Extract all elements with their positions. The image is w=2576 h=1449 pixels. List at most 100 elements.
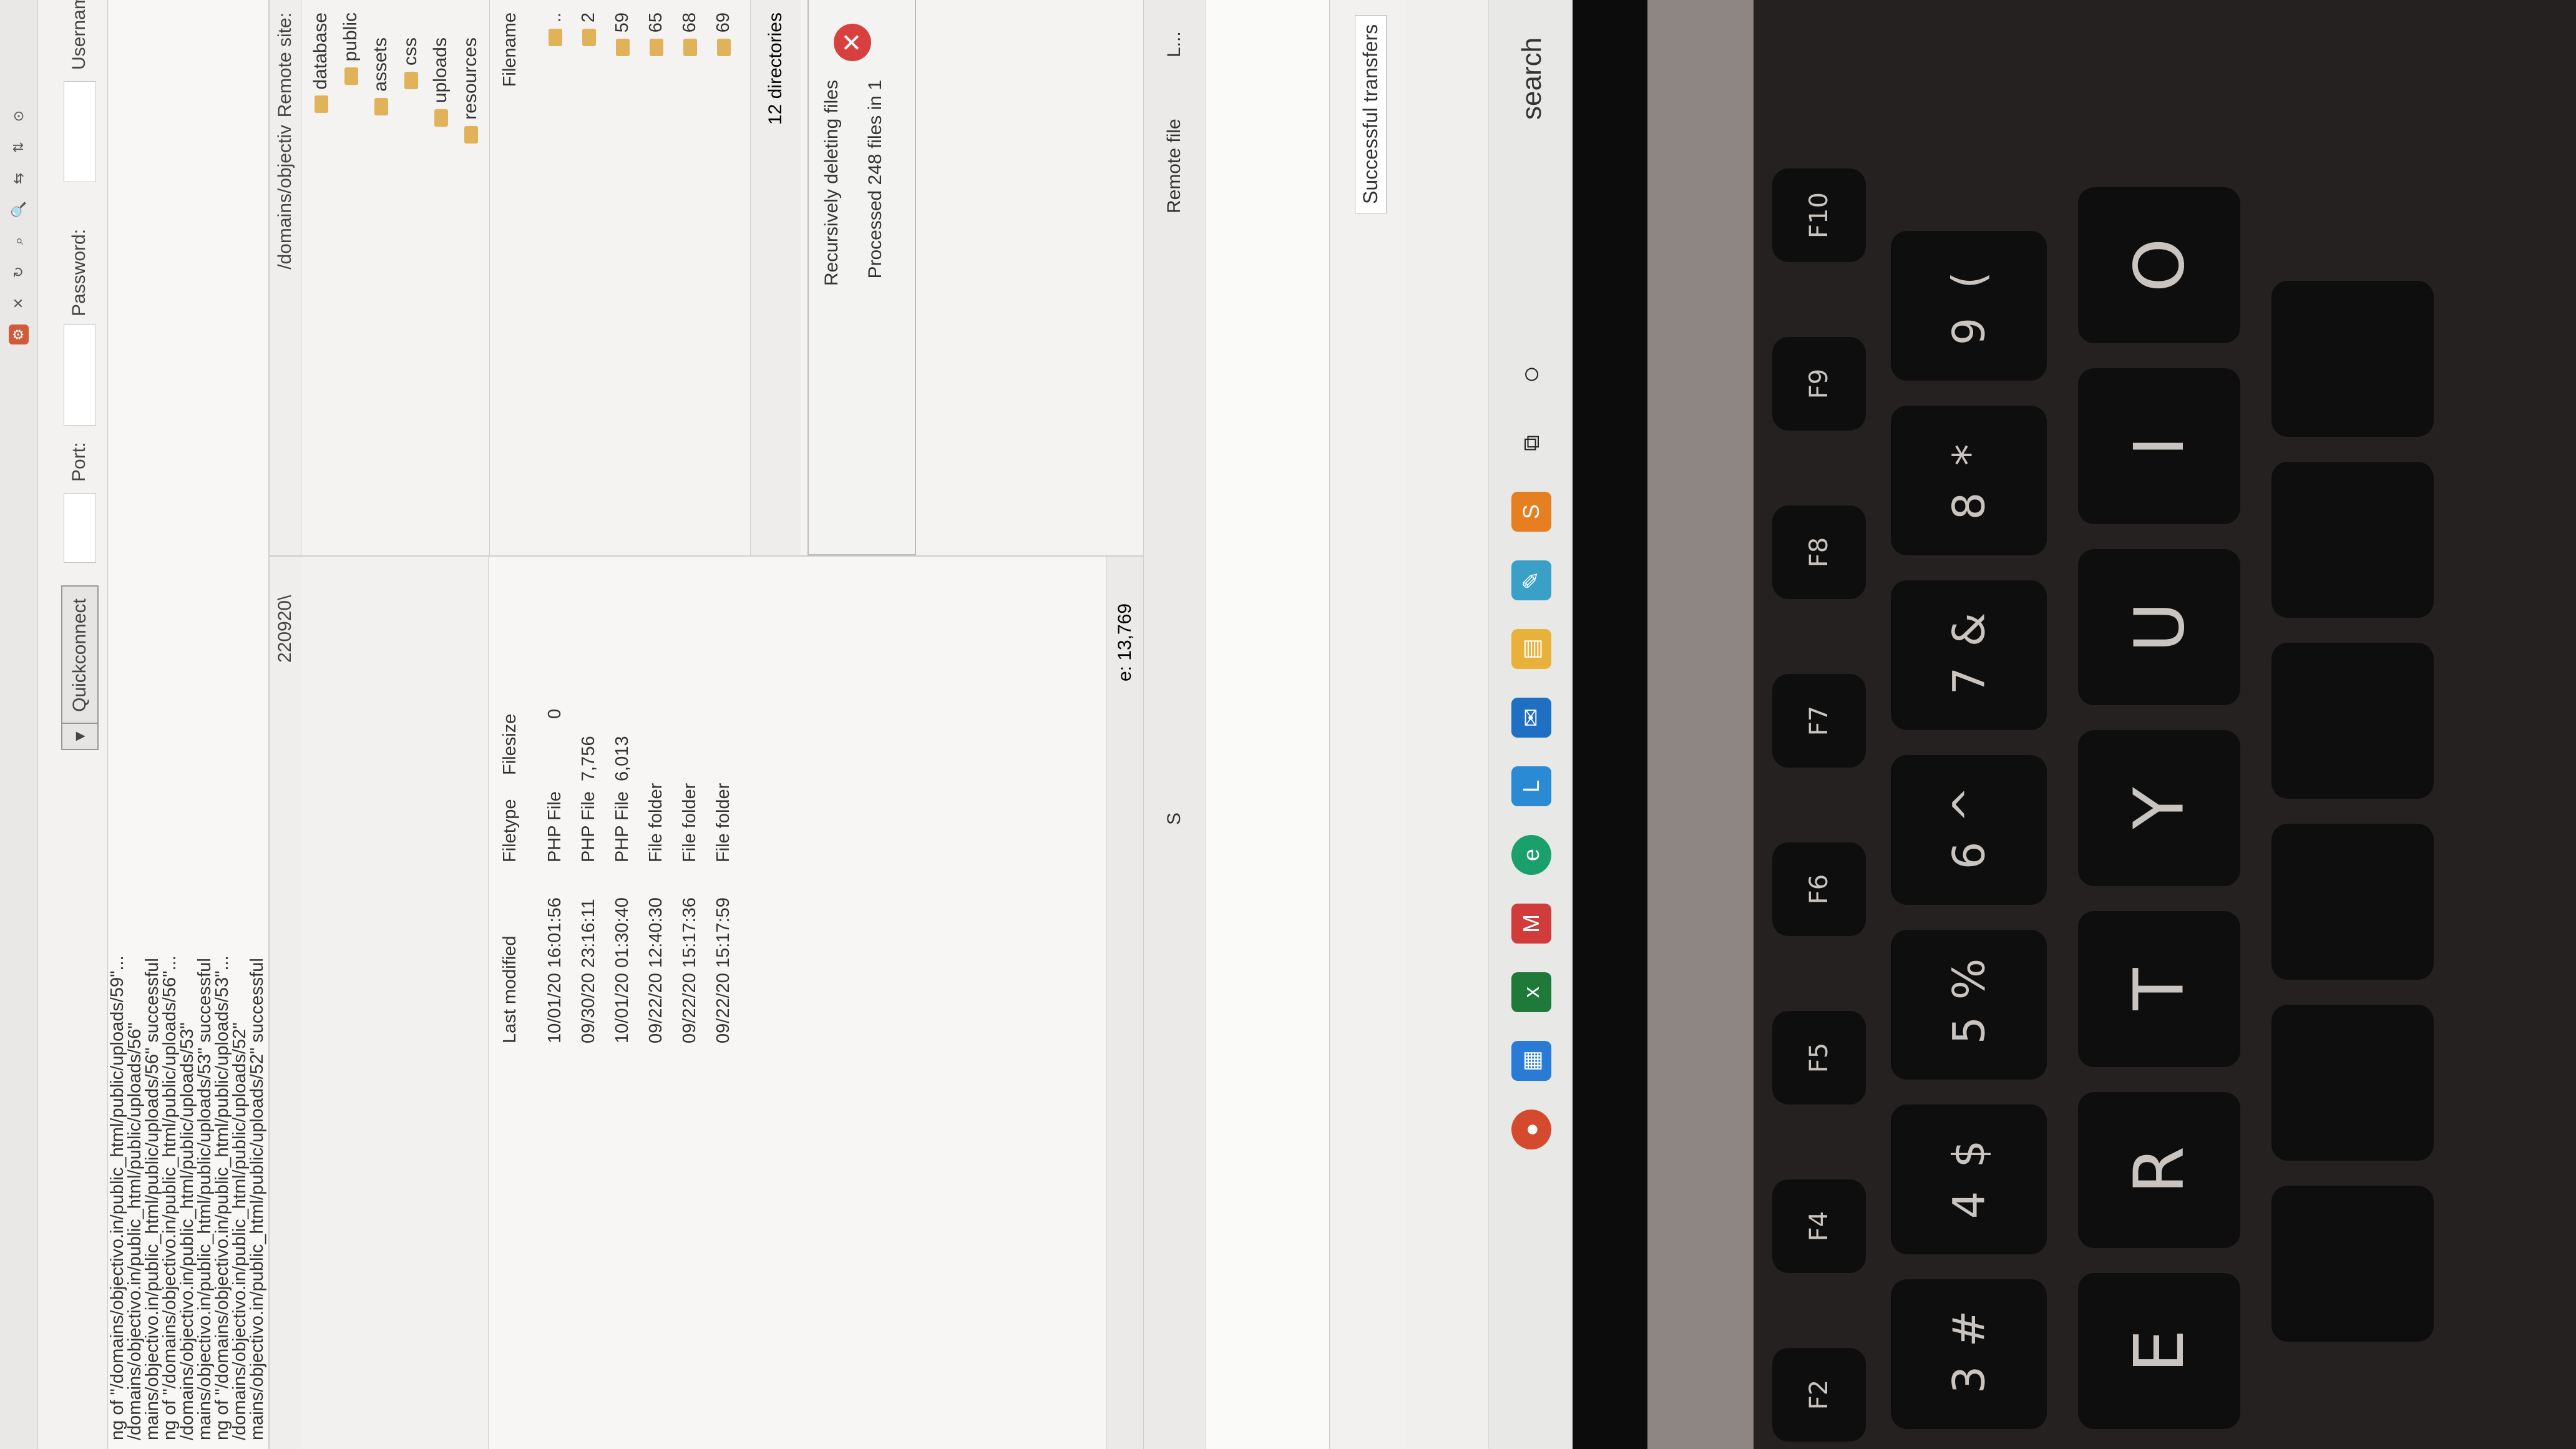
tab-successful-transfers[interactable]: Successful transfers [1355,14,1387,213]
column-filetype[interactable]: Filetype [494,799,525,862]
folder-icon [616,39,630,57]
file-modified: 09/22/20 15:17:59 [713,897,733,1043]
file-size: 7,756 [578,736,598,781]
key-5: % 5 [1891,930,2047,1080]
file-panes: 220920\ Filesize Filetype Last modified … [270,0,1173,1449]
port-field[interactable] [64,493,96,563]
file-size: 0 [545,708,565,719]
file-modified: 09/30/20 23:16:11 [578,899,598,1043]
remote-file-row[interactable]: 69 [706,12,740,57]
quickconnect-button[interactable]: Quickconnect [61,585,99,725]
file-modified: 10/01/20 01:30:40 [612,897,632,1043]
app-l-icon[interactable]: L [1511,766,1551,806]
key-f2: F2 [1772,1348,1866,1442]
message-log[interactable]: ng of "/domains/objectivo.in/public_html… [109,0,270,1449]
username-field[interactable] [64,81,96,182]
monitor-screen: ⚙ ✕ ↻ ⌕ 🔍 ⇆ ⇅ ⊙ Username: Password: Port… [0,0,1573,1449]
tree-item[interactable]: public [337,12,364,85]
local-tree[interactable] [301,557,489,1449]
compare-icon[interactable]: ⇆ [9,168,29,188]
dialog-title: Recursively deleting files [821,80,842,286]
folder-icon [315,95,329,114]
key-lower-6 [2271,281,2434,437]
taskbar-search[interactable]: search [1516,37,1548,120]
reconnect-icon[interactable]: ↻ [9,262,29,282]
key-f8: F8 [1772,505,1866,599]
key-lower-5 [2271,462,2434,618]
disconnect-icon[interactable]: ✕ [9,293,29,313]
column-filesize[interactable]: Filesize [494,714,525,775]
file-modified: 09/22/20 12:40:30 [646,897,666,1043]
column-filename[interactable]: Filename [494,12,525,87]
site-manager-icon[interactable]: ⚙ [9,324,29,344]
remote-file-row[interactable]: 59 [605,12,639,57]
queue-tabs: Successful transfers [1329,0,1405,1449]
folder-icon [650,39,664,57]
local-path: 220920\ [275,595,295,663]
remote-file-row[interactable]: 65 [639,12,673,57]
key-6: ^ 6 [1891,755,2047,905]
key-lower-3 [2271,824,2434,980]
log-line: mains/objectivo.in/public_html/public/up… [247,958,267,1440]
key-9: (9 [1891,231,2047,381]
mail-icon[interactable]: ✉ [1511,698,1551,738]
key-e: E [2078,1273,2240,1429]
laptop-keyboard: F2 F4 F5 F6 F7 F8 F9 F10 #3 $4 % 5 ^ 6 & 7 … [1573,0,2576,1449]
error-icon: ✕ [834,24,871,61]
remote-file-row[interactable]: 2 [572,12,605,47]
key-8: * 8 [1891,406,2047,555]
file-modified: 09/22/20 15:17:36 [680,897,700,1043]
search-icon[interactable]: 🔍 [9,200,29,220]
queue-header: L... Remote file S [1143,0,1206,1449]
tree-item[interactable]: uploads [427,37,454,127]
office-icon[interactable]: M [1511,904,1551,944]
remote-site-bar[interactable]: Remote site: /domains/objectiv [270,0,301,555]
password-label: Password: [69,228,89,316]
tree-item[interactable]: assets [367,37,394,115]
folder-icon [582,29,597,47]
paint-icon[interactable]: ✎ [1511,560,1551,600]
local-path-bar[interactable]: 220920\ [270,557,301,1449]
find-icon[interactable]: ⊙ [9,106,29,126]
remote-tree[interactable]: database public assets css uploads resou… [302,0,490,555]
key-f10: F10 [1772,168,1866,262]
file-type: PHP File [578,791,598,862]
queue-col-s[interactable]: S [1164,812,1185,825]
key-f9: F9 [1772,337,1866,431]
column-last-modified[interactable]: Last modified [494,936,525,1044]
sync-icon[interactable]: ⇅ [9,137,29,157]
key-7: & 7 [1891,580,2047,730]
edge-icon[interactable]: e [1511,835,1551,875]
file-explorer-icon[interactable]: ▤ [1511,629,1551,669]
task-view-icon[interactable]: ⧉ [1511,423,1551,463]
username-label: Username: [69,0,89,70]
remote-file-row[interactable]: 68 [673,12,706,57]
folder-icon [464,125,479,144]
queue-col-remote[interactable]: Remote file [1164,119,1185,213]
tree-item[interactable]: database [307,12,334,114]
file-size: 6,013 [612,736,632,781]
cortana-icon[interactable]: ○ [1511,354,1551,394]
quickconnect-dropdown[interactable]: ▾ [61,723,99,750]
remote-pane: Remote site: /domains/objectiv database … [270,0,1143,555]
filter-icon[interactable]: ⌕ [9,231,29,251]
key-3: #3 [1891,1279,2047,1429]
folder-icon [404,72,419,89]
remote-site-label: Remote site: [275,12,295,118]
password-field[interactable] [64,324,96,426]
queue-col-local[interactable]: L... [1164,31,1185,57]
transfer-queue[interactable] [1206,0,1331,1449]
port-label: Port: [69,442,89,482]
store-icon[interactable]: ▦ [1511,1041,1551,1081]
excel-icon[interactable]: x [1511,972,1551,1012]
dialog-message: Processed 248 files in 1 [865,80,886,279]
tree-item[interactable]: css [397,37,424,89]
local-status: e: 13,769 bytes [1106,557,1173,1449]
file-type: PHP File [612,791,632,862]
sublime-icon[interactable]: S [1511,492,1551,532]
tree-item[interactable]: resources [457,37,484,144]
chrome-icon[interactable]: ● [1511,1110,1551,1149]
remote-file-row[interactable]: .. [538,12,572,47]
file-type: File folder [680,783,700,862]
windows-taskbar: search ○ ⧉ S ✎ ▤ ✉ L e M x ▦ ● [1488,0,1573,1449]
